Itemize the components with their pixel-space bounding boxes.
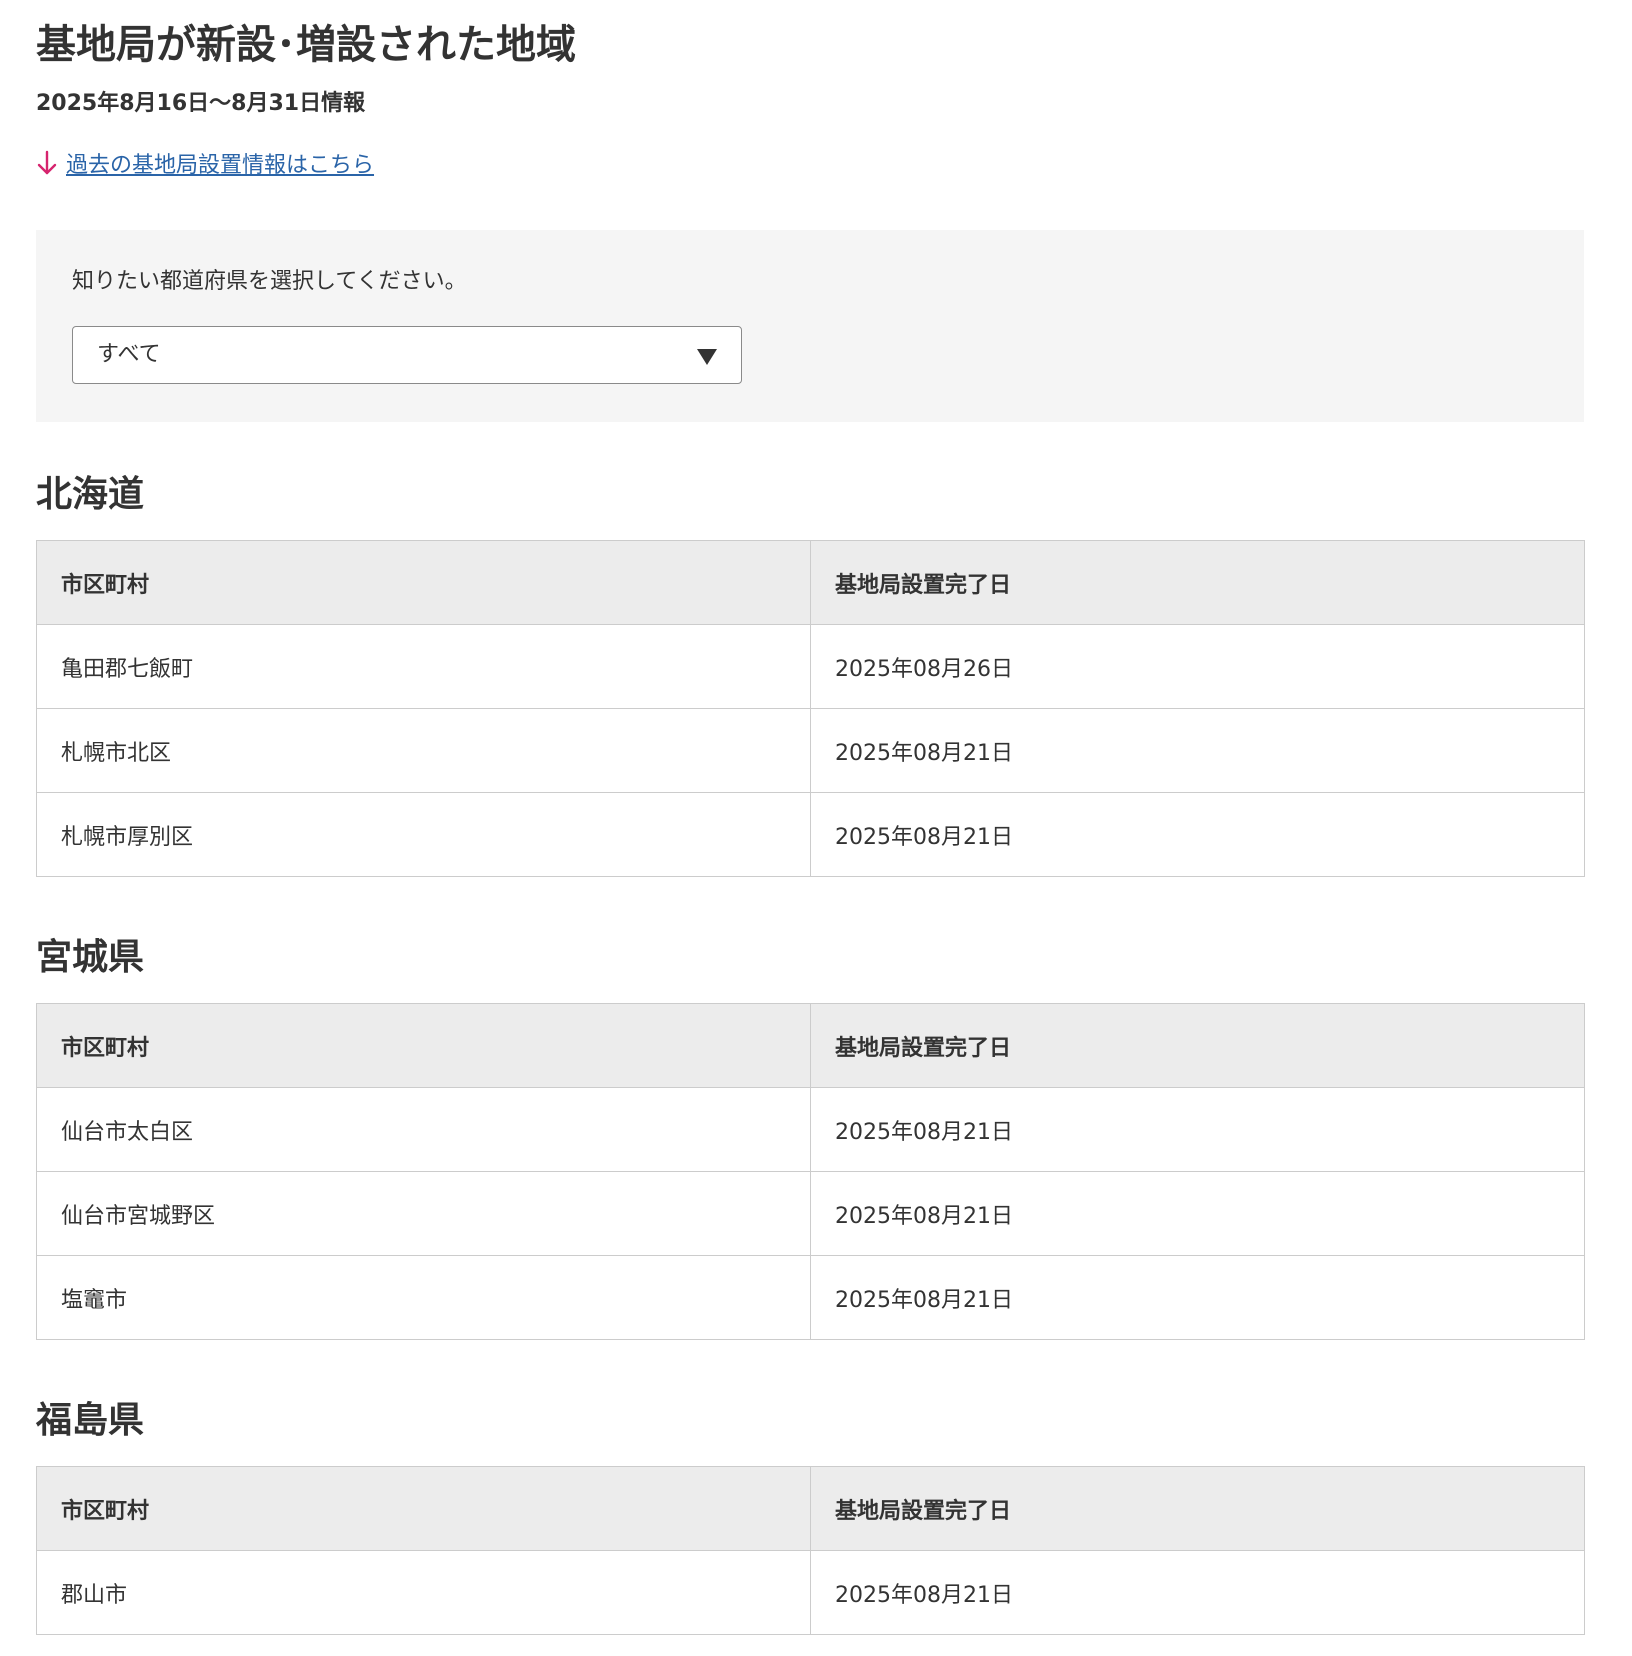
section-title: 福島県 xyxy=(36,1400,145,1441)
table-row: 郡山市 2025年08月21日 xyxy=(36,1550,1585,1635)
filter-label: 知りたい都道府県を選択してください。 xyxy=(72,269,467,294)
municipality-cell: 亀田郡七飯町 xyxy=(36,624,811,709)
section-title: 北海道 xyxy=(36,474,145,515)
municipality-cell: 札幌市北区 xyxy=(36,708,811,793)
date-cell: 2025年08月21日 xyxy=(810,708,1585,793)
date-cell: 2025年08月21日 xyxy=(810,1171,1585,1256)
date-cell: 2025年08月21日 xyxy=(810,1087,1585,1172)
column-header-completion-date: 基地局設置完了日 xyxy=(810,540,1585,625)
page-title: 基地局が新設･増設された地域 xyxy=(36,22,576,68)
table-row: 亀田郡七飯町 2025年08月26日 xyxy=(36,624,1585,709)
municipality-cell: 仙台市宮城野区 xyxy=(36,1171,811,1256)
municipality-cell: 仙台市太白区 xyxy=(36,1087,811,1172)
prefecture-filter-panel: 知りたい都道府県を選択してください。 すべて xyxy=(36,230,1584,422)
prefecture-select[interactable]: すべて xyxy=(72,326,742,384)
arrow-down-icon xyxy=(36,150,58,176)
municipality-cell: 塩竈市 xyxy=(36,1255,811,1340)
column-header-completion-date: 基地局設置完了日 xyxy=(810,1466,1585,1551)
prefecture-select-value: すべて xyxy=(97,342,161,367)
municipality-cell: 郡山市 xyxy=(36,1550,811,1635)
table-row: 仙台市太白区 2025年08月21日 xyxy=(36,1087,1585,1172)
date-cell: 2025年08月21日 xyxy=(810,1255,1585,1340)
column-header-municipality: 市区町村 xyxy=(36,1003,811,1088)
date-cell: 2025年08月21日 xyxy=(810,1550,1585,1635)
table-row: 仙台市宮城野区 2025年08月21日 xyxy=(36,1171,1585,1256)
municipality-cell: 札幌市厚別区 xyxy=(36,792,811,877)
section-title: 宮城県 xyxy=(36,937,145,978)
date-cell: 2025年08月26日 xyxy=(810,624,1585,709)
region-table: 市区町村 基地局設置完了日 亀田郡七飯町 2025年08月26日 札幌市北区 2… xyxy=(36,540,1585,877)
past-info-link[interactable]: 過去の基地局設置情報はこちら xyxy=(66,147,374,179)
column-header-municipality: 市区町村 xyxy=(36,540,811,625)
region-table: 市区町村 基地局設置完了日 郡山市 2025年08月21日 xyxy=(36,1466,1585,1635)
page-subtitle: 2025年8月16日～8月31日情報 xyxy=(36,91,366,116)
region-table: 市区町村 基地局設置完了日 仙台市太白区 2025年08月21日 仙台市宮城野区… xyxy=(36,1003,1585,1340)
column-header-municipality: 市区町村 xyxy=(36,1466,811,1551)
table-row: 塩竈市 2025年08月21日 xyxy=(36,1255,1585,1340)
triangle-down-icon xyxy=(697,349,717,365)
table-header-row: 市区町村 基地局設置完了日 xyxy=(36,1466,1585,1551)
table-row: 札幌市北区 2025年08月21日 xyxy=(36,708,1585,793)
table-header-row: 市区町村 基地局設置完了日 xyxy=(36,1003,1585,1088)
column-header-completion-date: 基地局設置完了日 xyxy=(810,1003,1585,1088)
date-cell: 2025年08月21日 xyxy=(810,792,1585,877)
table-row: 札幌市厚別区 2025年08月21日 xyxy=(36,792,1585,877)
past-info-link-row[interactable]: 過去の基地局設置情報はこちら xyxy=(36,146,374,180)
table-header-row: 市区町村 基地局設置完了日 xyxy=(36,540,1585,625)
